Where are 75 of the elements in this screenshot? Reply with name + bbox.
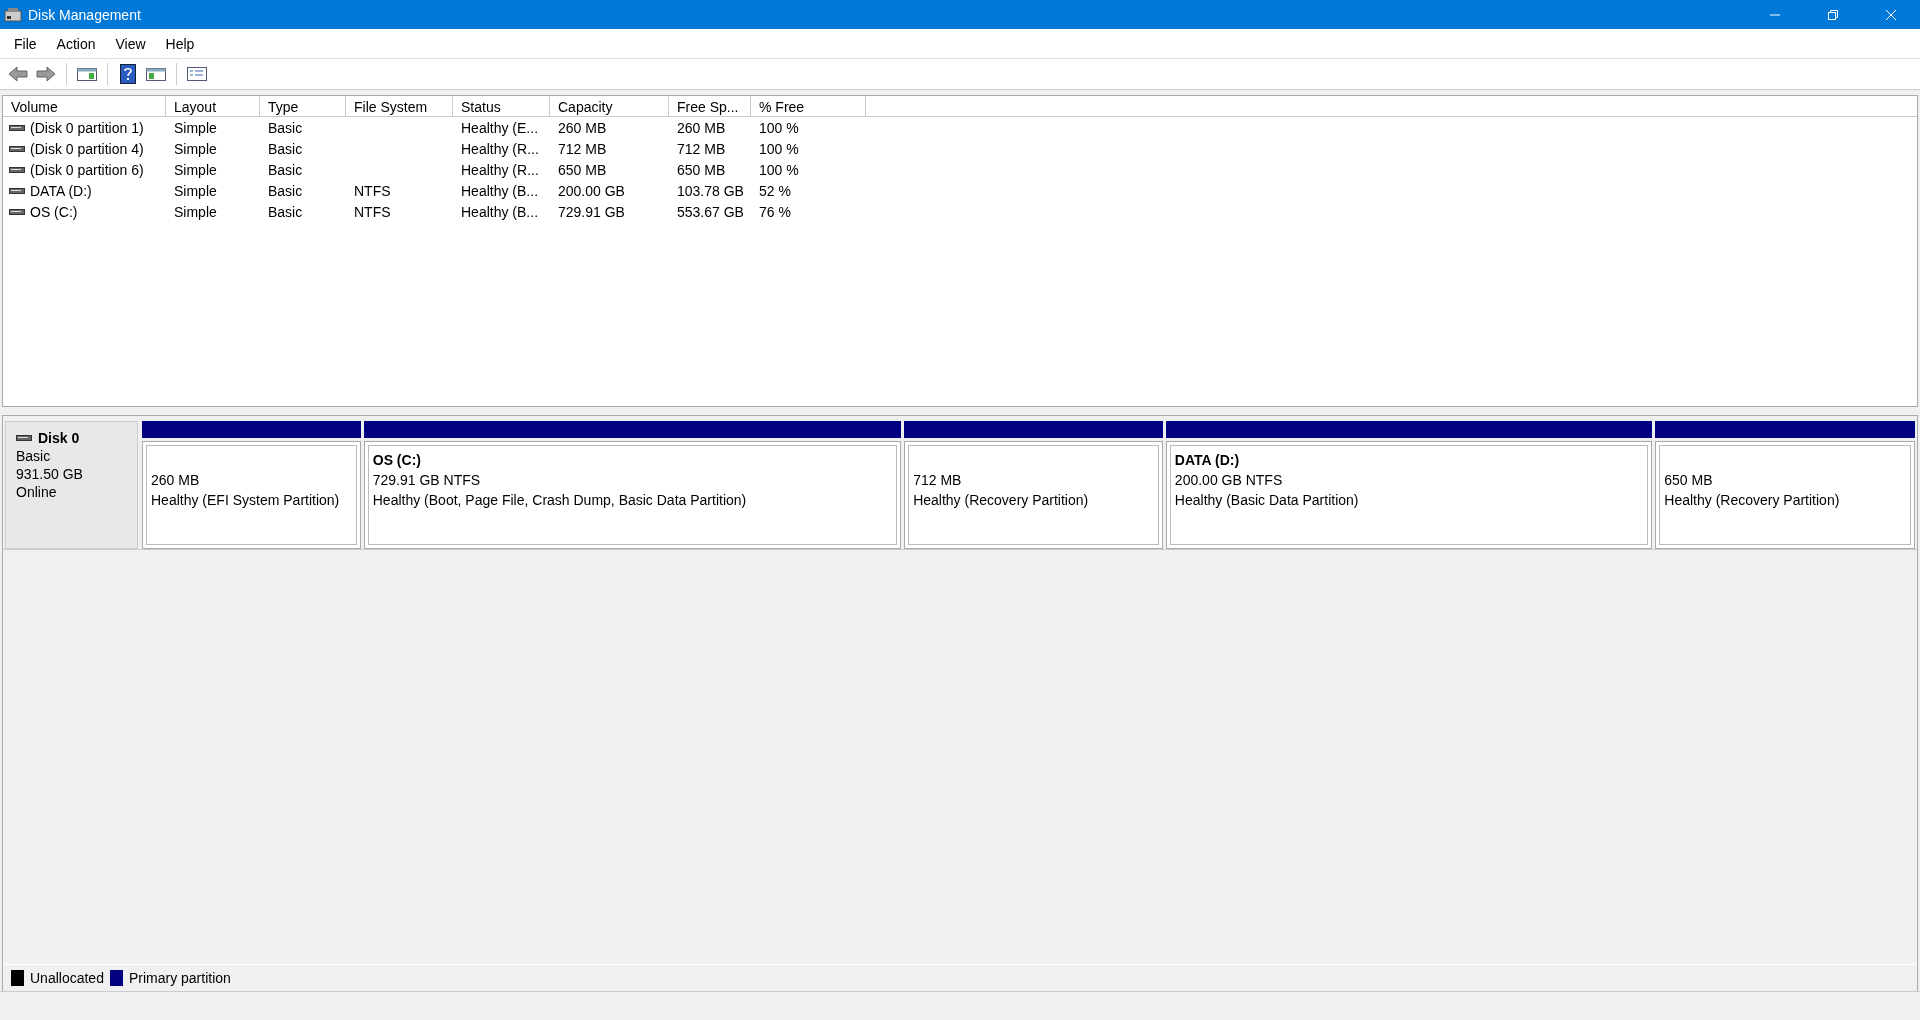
drive-icon xyxy=(9,144,25,153)
disk-size: 931.50 GB xyxy=(16,466,84,482)
partition-size: 200.00 GB NTFS xyxy=(1174,471,1284,490)
table-cell: Simple xyxy=(174,203,217,220)
table-cell: 260 MB xyxy=(677,119,726,136)
table-cell: Healthy (E... xyxy=(461,119,539,136)
partition-block[interactable]: DATA (D:) 200.00 GB NTFS Healthy (Basic Data Partition) xyxy=(1165,441,1653,549)
disk-drive-icon xyxy=(4,6,22,23)
menu-item[interactable]: View xyxy=(105,35,156,52)
partition-block[interactable]: 650 MB Healthy (Recovery Partition) xyxy=(1655,441,1915,549)
drive-icon xyxy=(9,207,25,216)
table-cell: 100 % xyxy=(759,119,799,136)
table-cell: Basic xyxy=(268,161,303,178)
partition-size: 729.91 GB NTFS xyxy=(372,471,482,490)
drive-icon xyxy=(9,123,25,132)
table-cell: Basic xyxy=(268,203,303,220)
legend-label: Unallocated xyxy=(30,970,104,986)
disk-label[interactable]: Disk 0 Basic 931.50 GB Online xyxy=(5,421,138,549)
restore-icon[interactable] xyxy=(1827,8,1839,21)
table-cell: Basic xyxy=(268,140,303,157)
table-cell: 712 MB xyxy=(677,140,726,157)
close-icon[interactable] xyxy=(1885,8,1897,21)
table-cell: 650 MB xyxy=(677,161,726,178)
table-cell: 76 % xyxy=(759,203,791,220)
partition-size: 650 MB xyxy=(1664,471,1714,490)
partition-status: Healthy (Recovery Partition) xyxy=(913,491,1090,510)
drive-icon xyxy=(9,165,25,174)
partition-label: DATA (D:) xyxy=(1174,451,1241,470)
table-cell: NTFS xyxy=(354,182,391,199)
table-cell: 100 % xyxy=(759,140,799,157)
table-cell: DATA (D:) xyxy=(30,182,92,199)
table-cell: NTFS xyxy=(354,203,391,220)
partition-status: Healthy (Recovery Partition) xyxy=(1664,491,1841,510)
partition-size: 712 MB xyxy=(913,471,963,490)
partition-block[interactable]: OS (C:) 729.91 GB NTFS Healthy (Boot, Page File, Crash Dump, Basic Data Partition) xyxy=(363,441,902,549)
table-cell: Healthy (B... xyxy=(461,182,539,199)
menu-item[interactable]: Action xyxy=(46,35,106,52)
table-cell: 729.91 GB xyxy=(558,203,625,220)
legend-label: Primary partition xyxy=(128,970,231,986)
partition-status: Healthy (EFI System Partition) xyxy=(151,491,341,510)
table-cell: Healthy (B... xyxy=(461,203,539,220)
table-cell: Simple xyxy=(174,140,217,157)
table-cell: OS (C:) xyxy=(30,203,78,220)
table-cell: Healthy (R... xyxy=(461,161,539,178)
partition-status: Healthy (Boot, Page File, Crash Dump, Basic Data Partition) xyxy=(372,491,748,510)
menu-item[interactable]: Help xyxy=(155,35,205,52)
disk-type: Basic xyxy=(16,448,52,464)
table-cell: Basic xyxy=(268,182,303,199)
partition-label: OS (C:) xyxy=(372,451,422,470)
table-cell: 200.00 GB xyxy=(558,182,625,199)
partition-size: 260 MB xyxy=(151,471,201,490)
drive-icon xyxy=(16,434,32,442)
disk-name: Disk 0 xyxy=(38,430,80,446)
table-cell: (Disk 0 partition 6) xyxy=(30,161,144,178)
table-cell: Simple xyxy=(174,161,217,178)
table-cell: 52 % xyxy=(759,182,791,199)
table-cell: Healthy (R... xyxy=(461,140,539,157)
drive-icon xyxy=(9,186,25,195)
partition-block[interactable]: 260 MB Healthy (EFI System Partition) xyxy=(142,441,361,549)
table-cell: 712 MB xyxy=(558,140,607,157)
table-cell: Simple xyxy=(174,182,217,199)
window-title: Disk Management xyxy=(28,6,142,23)
table-cell: (Disk 0 partition 1) xyxy=(30,119,144,136)
table-cell: 260 MB xyxy=(558,119,607,136)
partition-block[interactable]: 712 MB Healthy (Recovery Partition) xyxy=(904,441,1163,549)
partition-status: Healthy (Basic Data Partition) xyxy=(1174,491,1360,510)
table-cell: Simple xyxy=(174,119,217,136)
table-cell: Basic xyxy=(268,119,303,136)
table-cell: (Disk 0 partition 4) xyxy=(30,140,144,157)
table-cell: 650 MB xyxy=(558,161,607,178)
menu-item[interactable]: File xyxy=(4,35,47,52)
disk-state: Online xyxy=(16,484,58,500)
table-cell: 553.67 GB xyxy=(677,203,744,220)
table-cell: 100 % xyxy=(759,161,799,178)
table-cell: 103.78 GB xyxy=(677,182,744,199)
